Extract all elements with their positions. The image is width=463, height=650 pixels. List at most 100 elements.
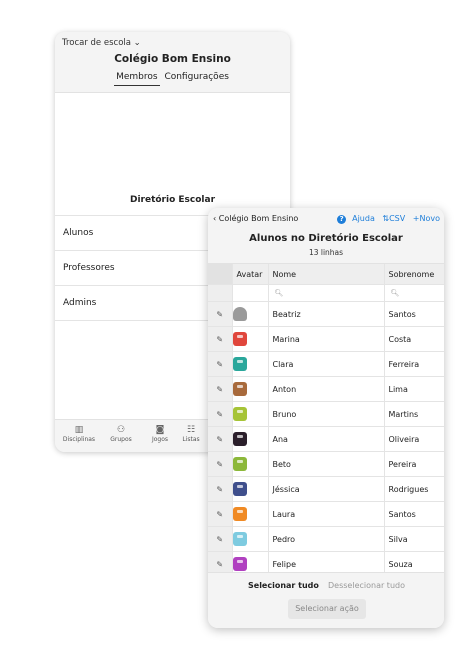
avatar-cell [232,326,269,352]
page-title: Alunos no Diretório Escolar [249,233,403,244]
student-first-name: Anton [268,376,385,402]
avatar-cell [232,451,269,477]
nav-item-groups[interactable]: ⚇ Grupos [101,424,141,443]
column-header-name[interactable]: Nome [268,264,385,285]
column-header-avatar[interactable]: Avatar [232,264,269,285]
pencil-icon: ✎ [216,409,224,419]
nav-item-subjects[interactable]: ▥ Disciplinas [59,424,99,443]
pencil-icon: ✎ [216,334,224,344]
deselect-all-button[interactable]: Desselecionar tudo [328,581,405,590]
avatar [232,482,247,496]
avatar [232,457,247,471]
column-header-surname[interactable]: Sobrenome [384,264,444,285]
tab-members[interactable]: Membros [114,72,160,86]
help-button[interactable]: ? Ajuda [332,214,375,224]
pencil-icon: ✎ [216,534,224,544]
edit-cell[interactable]: ✎ [208,401,233,427]
avatar [232,532,247,546]
column-header-edit [208,264,233,285]
avatar [232,557,247,571]
avatar [232,407,247,421]
avatar [232,332,247,346]
table-row[interactable]: ✎ Jéssica Rodrigues [208,476,444,502]
student-surname: Costa [384,326,444,352]
student-first-name: Beto [268,451,385,477]
student-first-name: Jéssica [268,476,385,502]
edit-cell[interactable]: ✎ [208,326,233,352]
select-action-button[interactable]: Selecionar ação [288,599,366,619]
student-surname: Santos [384,501,444,527]
student-first-name: Beatriz [268,301,385,327]
nav-label: Listas [182,436,200,443]
edit-cell[interactable]: ✎ [208,451,233,477]
table-row[interactable]: ✎ Anton Lima [208,376,444,402]
surname-filter[interactable]: 🔍︎ [384,284,444,302]
avatar-cell [232,351,269,377]
student-surname: Martins [384,401,444,427]
pencil-icon: ✎ [216,509,224,519]
switch-school-dropdown[interactable]: Trocar de escola ⌄ [62,38,141,48]
groups-icon: ⚇ [116,425,126,435]
filter-row: 🔍︎ 🔍︎ [208,284,444,302]
avatar [232,382,247,396]
table-row[interactable]: ✎ Bruno Martins [208,401,444,427]
header-actions: ? Ajuda ⇅CSV +Novo [327,214,440,224]
csv-button[interactable]: ⇅CSV [382,214,405,223]
student-first-name: Clara [268,351,385,377]
nav-item-lists[interactable]: ☷ Listas [171,424,211,443]
student-surname: Rodrigues [384,476,444,502]
students-panel: ‹ Colégio Bom Ensino ? Ajuda ⇅CSV +Novo A… [208,208,444,628]
help-label: Ajuda [352,214,375,223]
avatar-cell [232,526,269,552]
pencil-icon: ✎ [216,484,224,494]
tab-settings[interactable]: Configurações [162,72,230,85]
edit-cell[interactable]: ✎ [208,501,233,527]
row-count: 13 linhas [308,248,344,257]
directory-label: Diretório Escolar [129,195,216,205]
edit-cell[interactable]: ✎ [208,351,233,377]
nav-label: Jogos [151,436,169,443]
table-row[interactable]: ✎ Marina Costa [208,326,444,352]
avatar-cell [232,376,269,402]
table-header-row: Avatar Nome Sobrenome [208,264,444,285]
search-icon: 🔍︎ [390,289,400,297]
table-row[interactable]: ✎ Ana Oliveira [208,426,444,452]
student-surname: Silva [384,526,444,552]
table-row[interactable]: ✎ Beto Pereira [208,451,444,477]
back-link[interactable]: ‹ Colégio Bom Ensino [213,214,298,223]
student-surname: Ferreira [384,351,444,377]
nav-label: Disciplinas [62,436,96,443]
avatar [232,307,247,321]
selection-footer: Selecionar tudo Desselecionar tudo Selec… [208,572,444,628]
table-row[interactable]: ✎ Beatriz Santos [208,301,444,327]
table-row[interactable]: ✎ Laura Santos [208,501,444,527]
avatar-cell [232,301,269,327]
help-icon: ? [337,215,347,224]
student-first-name: Marina [268,326,385,352]
student-surname: Pereira [384,451,444,477]
avatar-cell [232,401,269,427]
table-row[interactable]: ✎ Pedro Silva [208,526,444,552]
school-header: Trocar de escola ⌄ Colégio Bom Ensino Me… [55,32,290,93]
pencil-icon: ✎ [216,384,224,394]
new-button[interactable]: +Novo [413,214,440,223]
avatar [232,507,247,521]
student-first-name: Laura [268,501,385,527]
edit-cell[interactable]: ✎ [208,301,233,327]
edit-cell[interactable]: ✎ [208,426,233,452]
edit-cell[interactable]: ✎ [208,376,233,402]
table-row[interactable]: ✎ Clara Ferreira [208,351,444,377]
name-filter[interactable]: 🔍︎ [268,284,385,302]
select-all-button[interactable]: Selecionar tudo [248,581,319,590]
pencil-icon: ✎ [216,459,224,469]
avatar [232,432,247,446]
filter-cell-avatar [232,284,269,302]
filter-cell-edit [208,284,233,302]
pencil-icon: ✎ [216,434,224,444]
book-icon: ▥ [74,425,84,435]
nav-label: Grupos [110,436,132,443]
edit-cell[interactable]: ✎ [208,476,233,502]
edit-cell[interactable]: ✎ [208,526,233,552]
avatar-cell [232,476,269,502]
student-surname: Santos [384,301,444,327]
